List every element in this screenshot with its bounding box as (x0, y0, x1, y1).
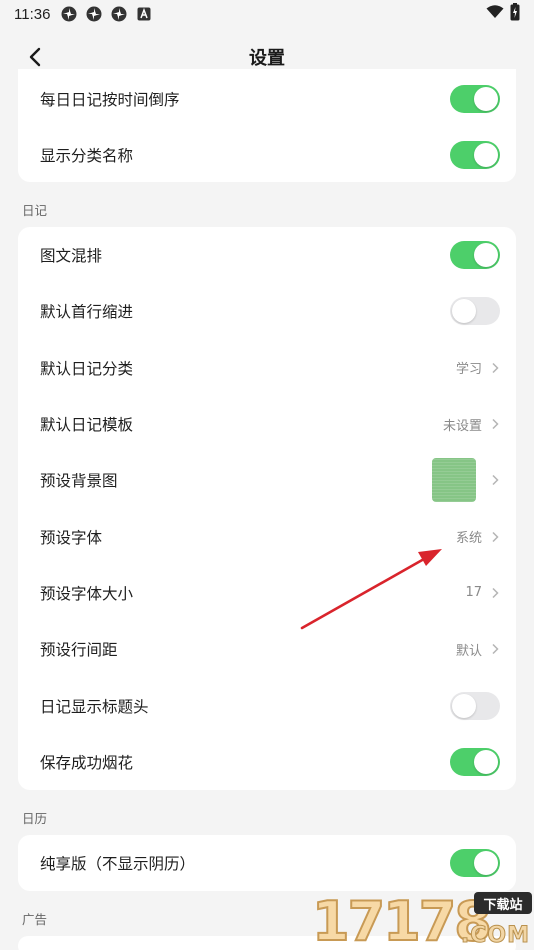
wifi-icon (486, 5, 504, 23)
setting-label: 默认日记模板 (40, 416, 134, 435)
setting-label: 保存成功烟花 (40, 753, 134, 772)
setting-row-background-image[interactable]: 预设背景图 (18, 452, 516, 508)
setting-label: 默认日记分类 (40, 359, 134, 378)
watermark-logo: 17178 下载站 .COM (306, 888, 534, 950)
calendar-settings-card: 纯享版（不显示阴历） (18, 835, 516, 891)
watermark-tag: 下载站 (474, 892, 532, 914)
chevron-right-icon (490, 361, 500, 375)
pinwheel-icon (85, 5, 103, 23)
section-title-diary: 日记 (22, 203, 48, 218)
section-title-ads: 广告 (22, 912, 48, 927)
setting-row-line-spacing[interactable]: 预设行间距 默认 (18, 621, 516, 677)
top-settings-card: 每日日记按时间倒序 显示分类名称 (18, 69, 516, 182)
setting-row-reverse-order[interactable]: 每日日记按时间倒序 (18, 69, 516, 127)
setting-row-mixed-layout[interactable]: 图文混排 (18, 227, 516, 283)
chevron-right-icon (490, 586, 500, 600)
setting-row-default-category[interactable]: 默认日记分类 学习 (18, 340, 516, 396)
diary-settings-card: 图文混排 默认首行缩进 默认日记分类 学习 默认日记模板 未设置 预设背景图 预… (18, 227, 516, 790)
status-bar: 11:36 (0, 0, 534, 28)
chevron-right-icon (490, 473, 500, 487)
setting-row-show-category[interactable]: 显示分类名称 (18, 127, 516, 182)
setting-label: 预设字体 (40, 528, 103, 547)
back-button[interactable] (20, 42, 50, 72)
setting-label: 预设行间距 (40, 641, 118, 660)
status-time: 11:36 (14, 5, 51, 23)
setting-label: 纯享版（不显示阴历） (40, 855, 196, 874)
setting-label: 显示分类名称 (40, 147, 134, 166)
save-fireworks-toggle[interactable] (450, 747, 500, 776)
chevron-right-icon (490, 530, 500, 544)
reverse-order-toggle[interactable] (450, 85, 500, 113)
setting-row-save-fireworks[interactable]: 保存成功烟花 (18, 734, 516, 790)
first-line-indent-toggle[interactable] (450, 297, 500, 326)
background-thumbnail (432, 458, 476, 503)
setting-row-font-size[interactable]: 预设字体大小 17 (18, 565, 516, 621)
setting-value: 默认 (455, 643, 482, 659)
setting-label: 日记显示标题头 (40, 697, 149, 716)
battery-charging-icon (510, 3, 520, 25)
pinwheel-icon (60, 5, 78, 23)
setting-label: 预设字体大小 (40, 584, 134, 603)
setting-value: 系统 (455, 531, 482, 547)
setting-row-font[interactable]: 预设字体 系统 (18, 508, 516, 564)
setting-row-pure-mode[interactable]: 纯享版（不显示阴历） (18, 835, 516, 891)
chevron-right-icon (490, 642, 500, 656)
show-category-toggle[interactable] (450, 141, 500, 170)
chevron-right-icon (490, 417, 500, 431)
a-box-icon (135, 5, 153, 23)
setting-label: 预设背景图 (40, 472, 118, 491)
setting-value: 未设置 (442, 418, 482, 434)
section-title-calendar: 日历 (22, 811, 48, 826)
setting-label: 默认首行缩进 (40, 303, 134, 322)
setting-label: 每日日记按时间倒序 (40, 91, 180, 109)
page-title: 设置 (249, 48, 285, 69)
show-title-header-toggle[interactable] (450, 691, 500, 720)
mixed-layout-toggle[interactable] (450, 241, 500, 270)
pinwheel-icon (110, 5, 128, 23)
pure-mode-toggle[interactable] (450, 849, 500, 878)
setting-row-default-template[interactable]: 默认日记模板 未设置 (18, 396, 516, 452)
setting-value: 17 (465, 585, 482, 601)
setting-row-show-title-header[interactable]: 日记显示标题头 (18, 677, 516, 733)
setting-label: 图文混排 (40, 247, 103, 266)
setting-value: 学习 (455, 362, 482, 378)
chevron-left-icon (29, 47, 41, 67)
setting-row-first-line-indent[interactable]: 默认首行缩进 (18, 283, 516, 339)
watermark-suffix: .COM (460, 923, 530, 949)
